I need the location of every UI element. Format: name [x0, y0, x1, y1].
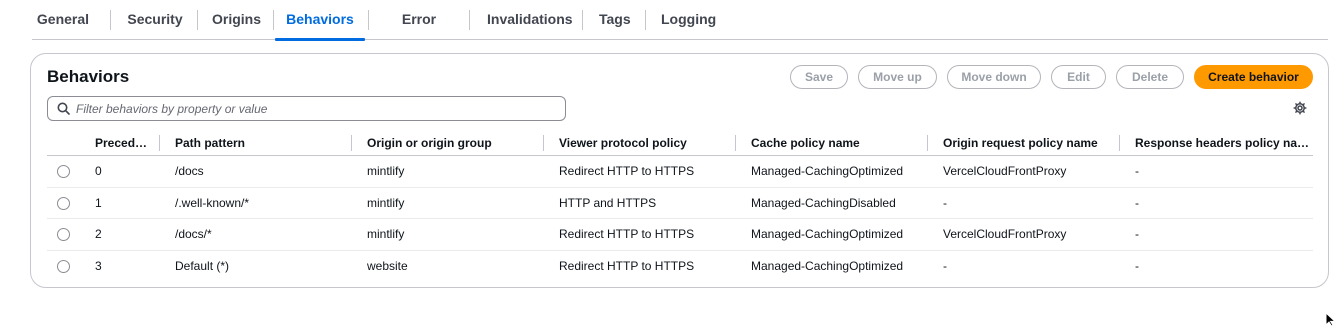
cell-path-pattern: /docs [175, 164, 204, 178]
cell-origin: mintlify [367, 164, 405, 178]
column-header-path-pattern[interactable]: Path pattern [175, 130, 345, 156]
column-header-cache-policy[interactable]: Cache policy name [751, 130, 921, 156]
cell-viewer-protocol-policy: HTTP and HTTPS [559, 195, 657, 210]
cell-precedence: 3 [95, 258, 102, 273]
cell-precedence: 1 [95, 195, 102, 210]
tab-divider [110, 10, 111, 30]
search-icon [57, 102, 70, 115]
tab-divider [368, 10, 369, 30]
tab-divider [273, 10, 274, 30]
cell-origin: mintlify [367, 227, 405, 241]
move-up-button[interactable]: Move up [858, 65, 937, 89]
column-resizer[interactable] [543, 135, 544, 151]
cell-origin-request-policy: VercelCloudFrontProxy [943, 164, 1067, 178]
gear-icon[interactable] [1293, 101, 1307, 115]
tab-security[interactable]: Security [126, 0, 184, 40]
cell-path-pattern: /docs/* [175, 227, 212, 241]
tab-origins[interactable]: Origins [212, 0, 261, 40]
cell-viewer-protocol-policy: Redirect HTTP to HTTPS [559, 258, 695, 273]
behaviors-table: Preced… Path pattern Origin or origin gr… [47, 130, 1313, 282]
filter-search-box[interactable] [47, 96, 566, 121]
cell-response-headers-policy: - [1135, 258, 1139, 273]
tab-bar: General Security Origins Behaviors Error… [32, 0, 1328, 66]
tab-divider [197, 10, 198, 30]
cell-origin-request-policy: VercelCloudFrontProxy [943, 227, 1067, 241]
table-header: Preced… Path pattern Origin or origin gr… [47, 130, 1313, 156]
column-resizer[interactable] [159, 135, 160, 151]
tab-invalidations[interactable]: Invalidations [487, 0, 573, 40]
cell-response-headers-policy: - [1135, 164, 1139, 178]
tab-behaviors[interactable]: Behaviors [275, 0, 365, 41]
cell-cache-policy: Managed-CachingOptimized [751, 227, 904, 241]
cell-precedence: 0 [95, 164, 102, 178]
move-down-button[interactable]: Move down [947, 65, 1041, 89]
save-button[interactable]: Save [790, 65, 848, 89]
create-behavior-button[interactable]: Create behavior [1194, 65, 1313, 89]
cell-path-pattern: Default (*) [175, 258, 230, 273]
cell-cache-policy: Managed-CachingOptimized [751, 258, 904, 273]
cell-precedence: 2 [95, 227, 102, 241]
table-row[interactable]: 0 /docs mintlify Redirect HTTP to HTTPS … [47, 156, 1313, 188]
cell-path-pattern: /.well-known/* [175, 195, 250, 210]
column-header-origin-request-policy[interactable]: Origin request policy name [943, 130, 1113, 156]
column-resizer[interactable] [927, 135, 928, 151]
cell-origin-request-policy: - [943, 195, 947, 210]
column-header-precedence[interactable]: Preced… [95, 130, 157, 156]
row-select-radio[interactable] [57, 196, 70, 210]
behaviors-panel: Behaviors Save Move up Move down Edit De… [30, 53, 1329, 288]
tab-divider [582, 10, 583, 30]
cell-origin: website [367, 258, 408, 273]
edit-button[interactable]: Edit [1051, 65, 1106, 89]
column-resizer[interactable] [1119, 135, 1120, 151]
cell-origin: mintlify [367, 195, 405, 210]
column-header-origin[interactable]: Origin or origin group [367, 130, 537, 156]
panel-title: Behaviors [47, 67, 130, 86]
tab-logging[interactable]: Logging [661, 0, 716, 40]
table-row[interactable]: 3 Default (*) website Redirect HTTP to H… [47, 251, 1313, 283]
cell-cache-policy: Managed-CachingDisabled [751, 195, 896, 210]
filter-input[interactable] [76, 99, 556, 118]
cell-origin-request-policy: - [943, 258, 947, 273]
column-header-viewer-protocol-policy[interactable]: Viewer protocol policy [559, 130, 729, 156]
cell-cache-policy: Managed-CachingOptimized [751, 164, 904, 178]
column-resizer[interactable] [735, 135, 736, 151]
row-select-radio[interactable] [57, 228, 70, 241]
cell-viewer-protocol-policy: Redirect HTTP to HTTPS [559, 227, 695, 241]
delete-button[interactable]: Delete [1116, 65, 1184, 89]
mouse-cursor-icon [1325, 312, 1337, 326]
table-row[interactable]: 1 /.well-known/* mintlify HTTP and HTTPS… [47, 188, 1313, 219]
tab-divider [469, 10, 470, 30]
row-select-radio[interactable] [57, 259, 70, 273]
tab-error-pages[interactable]: Error pages [383, 0, 455, 66]
row-select-radio[interactable] [57, 165, 70, 178]
cell-response-headers-policy: - [1135, 227, 1139, 241]
column-header-response-headers-policy[interactable]: Response headers policy na… [1135, 130, 1311, 156]
tab-general[interactable]: General [32, 0, 94, 40]
cell-viewer-protocol-policy: Redirect HTTP to HTTPS [559, 164, 695, 178]
table-row[interactable]: 2 /docs/* mintlify Redirect HTTP to HTTP… [47, 219, 1313, 251]
tab-tags[interactable]: Tags [599, 0, 631, 40]
tab-divider [645, 10, 646, 30]
column-resizer[interactable] [351, 135, 352, 151]
cell-response-headers-policy: - [1135, 195, 1139, 210]
